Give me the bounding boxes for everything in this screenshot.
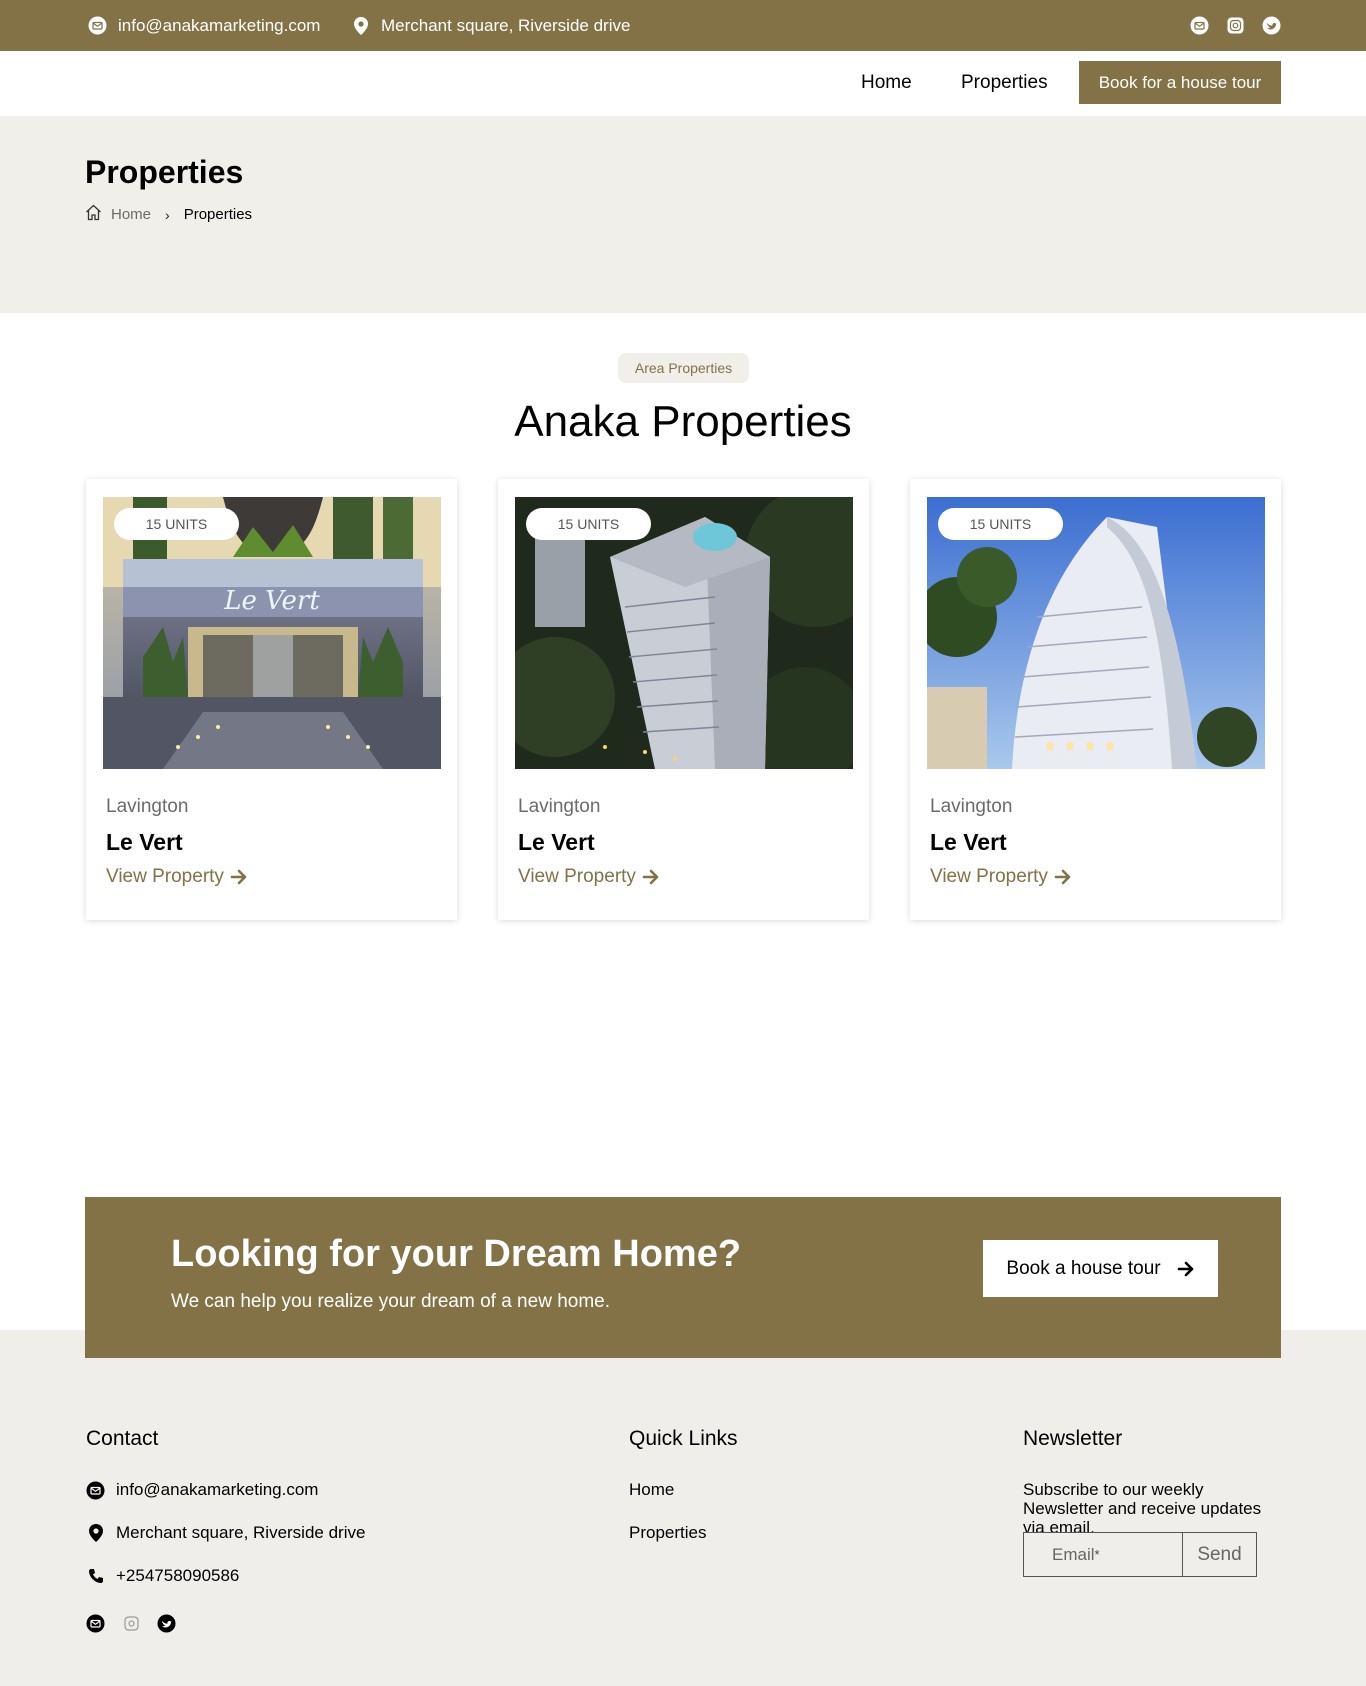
footer-address-text: Merchant square, Riverside drive bbox=[116, 1523, 366, 1542]
property-image[interactable]: 15 UNITS bbox=[515, 497, 853, 769]
map-pin-icon bbox=[86, 1524, 105, 1543]
view-property-link[interactable]: View Property bbox=[518, 866, 660, 888]
book-house-tour-button[interactable]: Book a house tour bbox=[983, 1240, 1218, 1297]
top-bar: info@anakamarketing.com Merchant square,… bbox=[0, 0, 1366, 51]
newsletter-description: Subscribe to our weekly Newsletter and r… bbox=[1023, 1480, 1262, 1537]
property-card[interactable]: Le Vert 15 UNITS Lavington Le Vert View … bbox=[86, 479, 457, 920]
mail-icon bbox=[88, 16, 107, 35]
arrow-right-icon bbox=[1054, 869, 1071, 885]
footer-phone-text: +254758090586 bbox=[116, 1566, 240, 1585]
property-location: Lavington bbox=[930, 796, 1013, 817]
footer-quick-links-heading: Quick Links bbox=[629, 1427, 738, 1450]
topbar-email[interactable]: info@anakamarketing.com bbox=[88, 0, 320, 51]
twitter-icon[interactable] bbox=[1262, 16, 1281, 35]
view-property-link[interactable]: View Property bbox=[930, 866, 1072, 888]
map-pin-icon bbox=[351, 16, 370, 35]
cta-subtitle: We can help you realize your dream of a … bbox=[171, 1291, 610, 1312]
newsletter-send-button[interactable]: Send bbox=[1182, 1532, 1257, 1577]
units-badge: 15 UNITS bbox=[114, 508, 239, 540]
cta-title: Looking for your Dream Home? bbox=[171, 1233, 742, 1275]
mail-icon bbox=[86, 1481, 105, 1500]
breadcrumb-home[interactable]: Home bbox=[111, 206, 151, 223]
breadcrumb-current: Properties bbox=[183, 206, 253, 223]
footer-email[interactable]: info@anakamarketing.com bbox=[86, 1480, 318, 1500]
section-title: Anaka Properties bbox=[514, 397, 852, 446]
view-property-label: View Property bbox=[518, 866, 636, 887]
view-property-link[interactable]: View Property bbox=[106, 866, 248, 888]
property-location: Lavington bbox=[106, 796, 189, 817]
email-placeholder: Email bbox=[1052, 1544, 1095, 1564]
breadcrumb: Home › Properties bbox=[85, 204, 252, 225]
property-card[interactable]: 15 UNITS Lavington Le Vert View Property bbox=[910, 479, 1281, 920]
cta-banner: Looking for your Dream Home? We can help… bbox=[85, 1197, 1281, 1358]
instagram-icon[interactable] bbox=[1226, 16, 1245, 35]
required-mark: * bbox=[1094, 1547, 1100, 1562]
page-header: Properties Home › Properties bbox=[0, 116, 1366, 313]
property-image[interactable]: Le Vert 15 UNITS bbox=[103, 497, 441, 769]
footer-email-text: info@anakamarketing.com bbox=[116, 1480, 319, 1499]
le-vert-signage: Le Vert bbox=[223, 586, 320, 616]
mail-icon[interactable] bbox=[1190, 16, 1209, 35]
phone-icon bbox=[86, 1567, 105, 1586]
page-title: Properties bbox=[85, 154, 244, 190]
topbar-email-text: info@anakamarketing.com bbox=[118, 15, 321, 35]
property-name: Le Vert bbox=[518, 829, 595, 855]
units-badge: 15 UNITS bbox=[526, 508, 651, 540]
units-badge: 15 UNITS bbox=[938, 508, 1063, 540]
breadcrumb-separator: › bbox=[165, 206, 170, 223]
topbar-address-text: Merchant square, Riverside drive bbox=[381, 15, 631, 35]
topbar-address: Merchant square, Riverside drive bbox=[351, 0, 630, 51]
nav-home[interactable]: Home bbox=[861, 72, 912, 94]
arrow-right-icon bbox=[1177, 1261, 1193, 1276]
footer-address: Merchant square, Riverside drive bbox=[86, 1523, 365, 1543]
property-name: Le Vert bbox=[106, 829, 183, 855]
twitter-icon[interactable] bbox=[157, 1614, 176, 1633]
property-location: Lavington bbox=[518, 796, 601, 817]
mail-icon[interactable] bbox=[86, 1614, 105, 1633]
footer-link-home[interactable]: Home bbox=[629, 1480, 674, 1500]
instagram-icon[interactable] bbox=[122, 1614, 141, 1633]
view-property-label: View Property bbox=[106, 866, 224, 887]
main-nav: Home Properties Book for a house tour bbox=[0, 51, 1366, 116]
footer-phone[interactable]: +254758090586 bbox=[86, 1566, 239, 1586]
book-tour-button[interactable]: Book for a house tour bbox=[1079, 61, 1281, 104]
arrow-right-icon bbox=[642, 869, 659, 885]
footer-contact-heading: Contact bbox=[86, 1427, 159, 1450]
property-image[interactable]: 15 UNITS bbox=[927, 497, 1265, 769]
home-icon bbox=[85, 204, 102, 225]
footer-newsletter-heading: Newsletter bbox=[1023, 1427, 1123, 1450]
book-house-tour-label: Book a house tour bbox=[1006, 1257, 1161, 1279]
property-name: Le Vert bbox=[930, 829, 1007, 855]
footer-link-properties[interactable]: Properties bbox=[629, 1523, 706, 1543]
section-tag: Area Properties bbox=[618, 353, 749, 383]
arrow-right-icon bbox=[230, 869, 247, 885]
view-property-label: View Property bbox=[930, 866, 1048, 887]
nav-properties[interactable]: Properties bbox=[961, 72, 1048, 94]
newsletter-email-input[interactable]: Email * bbox=[1023, 1532, 1183, 1577]
property-card[interactable]: 15 UNITS Lavington Le Vert View Property bbox=[498, 479, 869, 920]
